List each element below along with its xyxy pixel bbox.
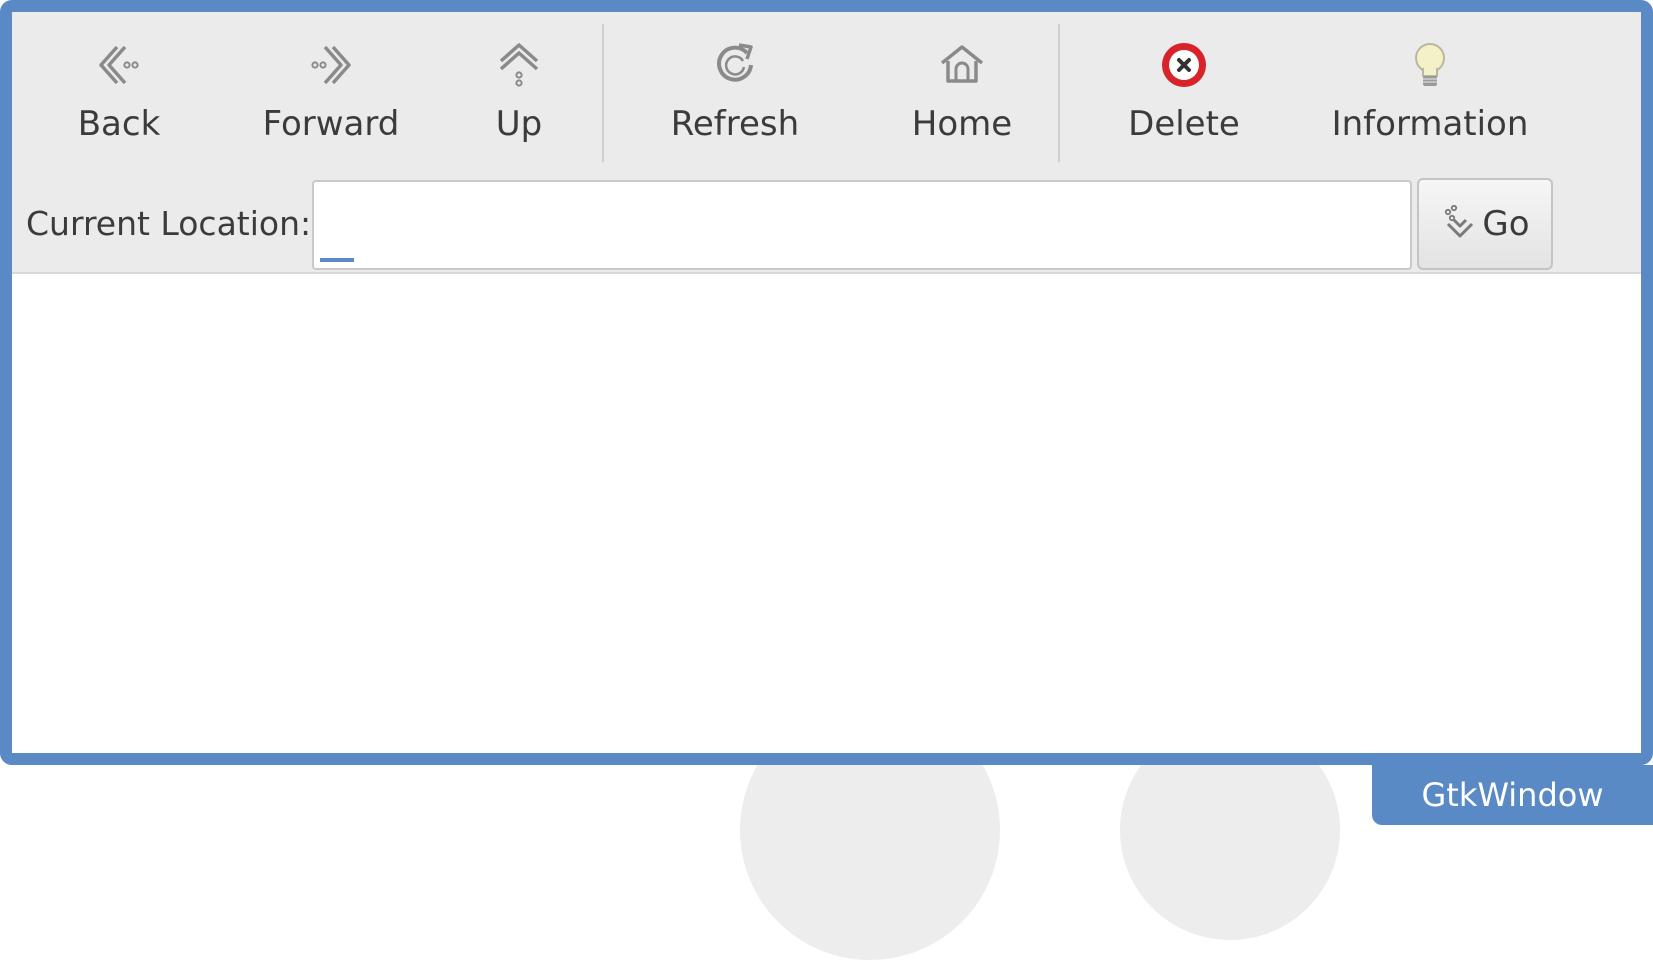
refresh-label: Refresh bbox=[670, 104, 800, 144]
back-label: Back bbox=[77, 104, 161, 144]
gtk-window: Back Forward Up Refresh Home Delete Info… bbox=[0, 0, 1653, 765]
home-button[interactable]: Home bbox=[866, 12, 1058, 174]
location-bar: Current Location: Go bbox=[12, 174, 1641, 274]
text-cursor bbox=[320, 258, 354, 262]
home-label: Home bbox=[911, 104, 1013, 144]
window-type-tag: GtkWindow bbox=[1372, 765, 1653, 825]
forward-arrow-icon bbox=[305, 38, 357, 92]
forward-label: Forward bbox=[262, 104, 400, 144]
go-label: Go bbox=[1482, 204, 1530, 244]
refresh-icon bbox=[709, 38, 761, 92]
toolbar: Back Forward Up Refresh Home Delete Info… bbox=[12, 12, 1641, 174]
lightbulb-icon bbox=[1404, 38, 1456, 92]
information-button[interactable]: Information bbox=[1308, 12, 1552, 174]
refresh-button[interactable]: Refresh bbox=[604, 12, 866, 174]
location-input[interactable] bbox=[312, 180, 1412, 270]
delete-icon bbox=[1157, 38, 1211, 92]
up-arrow-icon bbox=[493, 38, 545, 92]
back-arrow-icon bbox=[93, 38, 145, 92]
go-button[interactable]: Go bbox=[1417, 178, 1553, 270]
content-area[interactable] bbox=[12, 274, 1641, 753]
up-button[interactable]: Up bbox=[436, 12, 602, 174]
information-label: Information bbox=[1331, 104, 1529, 144]
delete-label: Delete bbox=[1128, 104, 1240, 144]
forward-button[interactable]: Forward bbox=[226, 12, 436, 174]
home-icon bbox=[936, 38, 988, 92]
go-jump-icon bbox=[1440, 202, 1480, 246]
delete-button[interactable]: Delete bbox=[1060, 12, 1308, 174]
current-location-label: Current Location: bbox=[26, 204, 312, 243]
back-button[interactable]: Back bbox=[12, 12, 226, 174]
up-label: Up bbox=[495, 104, 543, 144]
